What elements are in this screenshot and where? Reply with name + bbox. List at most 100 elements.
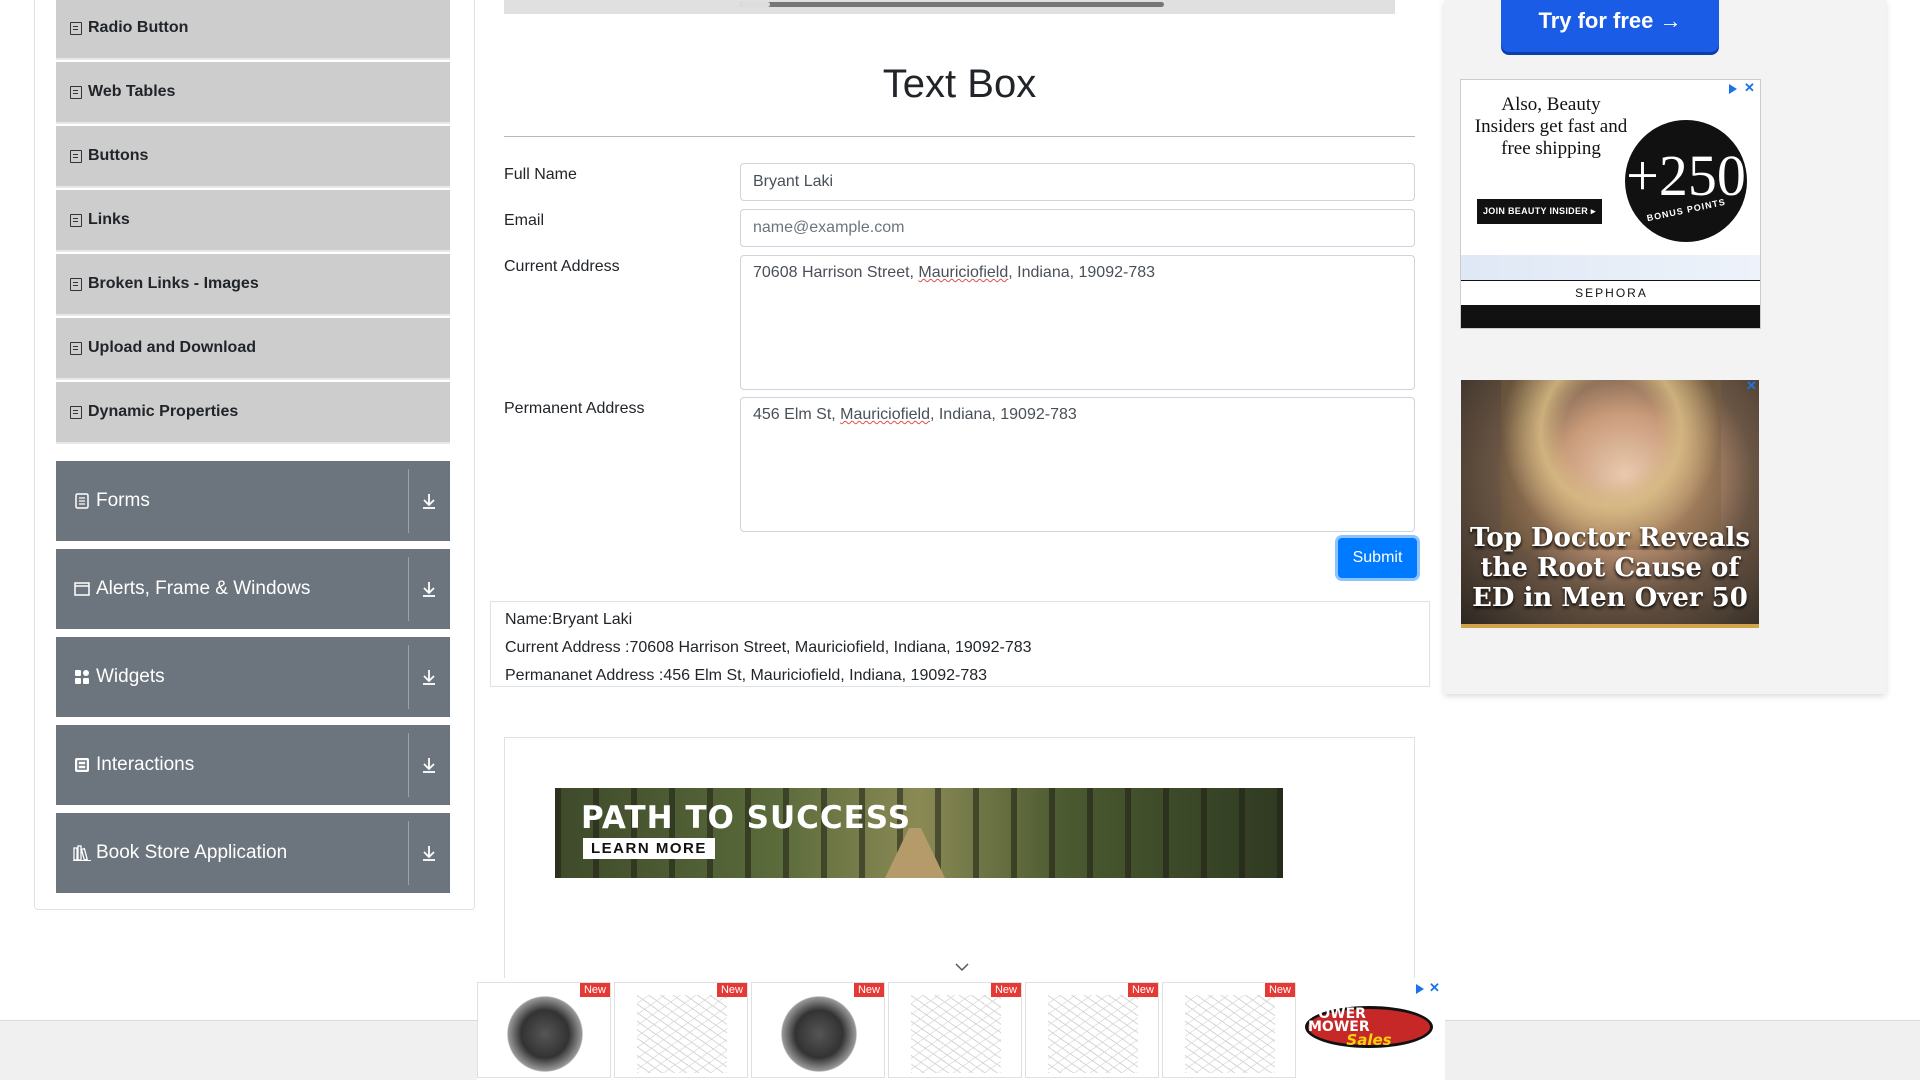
path-to-success-banner[interactable]: PATH TO SUCCESS LEARN MORE	[555, 788, 1283, 878]
bottom-product-ad: New New New New New New POWER MOWER Sale…	[477, 978, 1445, 1080]
sidebar-item-label: Radio Button	[88, 19, 189, 36]
sidebar-item-label: Dynamic Properties	[88, 403, 239, 420]
download-arrow-icon[interactable]	[421, 491, 437, 511]
sidebar-group-label: Book Store Application	[96, 842, 288, 863]
sidebar-group-interactions[interactable]: Interactions	[56, 725, 450, 805]
badge-number: +250	[1626, 143, 1746, 208]
sidebar-item-buttons[interactable]: Buttons	[56, 126, 450, 188]
download-arrow-icon[interactable]	[421, 667, 437, 687]
product-tile[interactable]: New	[888, 982, 1022, 1078]
sidebar-item-label: Web Tables	[88, 83, 176, 100]
new-badge: New	[1264, 983, 1295, 997]
list-item-icon	[70, 149, 82, 163]
learn-more-button[interactable]: LEARN MORE	[583, 838, 715, 859]
scrollbar-thumb-highlight	[740, 2, 770, 7]
logo-text-bottom: Sales	[1346, 1030, 1392, 1049]
banner-headline: PATH TO SUCCESS	[581, 800, 912, 836]
sidebar-group-label: Alerts, Frame & Windows	[96, 578, 311, 599]
interactions-icon	[73, 756, 91, 774]
product-tile[interactable]: New	[1025, 982, 1159, 1078]
product-tile[interactable]: New	[1162, 982, 1296, 1078]
list-item-icon	[70, 85, 82, 99]
sidebar-item-upload-and-download[interactable]: Upload and Download	[56, 318, 450, 380]
horizontal-scrollbar[interactable]	[504, 0, 1395, 14]
sidebar-group-book-store-application[interactable]: Book Store Application	[56, 813, 450, 893]
list-item-icon	[70, 213, 82, 227]
ad-base-bar	[1461, 306, 1760, 328]
close-icon[interactable]: ✕	[1429, 980, 1440, 996]
book-store-icon	[73, 844, 91, 862]
right-ad-panel: Try for free → Also, Beauty Insiders get…	[1444, 0, 1886, 694]
product-tile[interactable]: New	[614, 982, 748, 1078]
join-beauty-insider-button[interactable]: JOIN BEAUTY INSIDER ▸	[1477, 199, 1602, 224]
sephora-ad-copy: Also, Beauty Insiders get fast and free …	[1474, 94, 1628, 159]
new-badge: New	[990, 983, 1021, 997]
new-badge: New	[853, 983, 884, 997]
close-icon[interactable]: ✕	[1744, 80, 1755, 96]
logo-oval: POWER MOWER Sales	[1305, 1006, 1433, 1048]
bonus-points-badge: +250 BONUS POINTS	[1625, 120, 1747, 242]
email-input[interactable]	[740, 209, 1415, 247]
sephora-logo: SEPHORA	[1461, 280, 1760, 306]
permanent-address-label: Permanent Address	[504, 400, 645, 417]
group-divider	[408, 469, 409, 533]
sidebar-group-label: Widgets	[96, 666, 165, 687]
power-mower-sales-logo[interactable]: POWER MOWER Sales	[1302, 1002, 1436, 1052]
sidebar-item-label: Links	[88, 211, 130, 228]
product-tile[interactable]: New	[751, 982, 885, 1078]
sidebar-item-label: Upload and Download	[88, 339, 256, 356]
sidebar-group-label: Interactions	[96, 754, 195, 775]
current-address-city: Mauriciofield	[918, 264, 1009, 281]
sidebar-item-radio-button[interactable]: Radio Button	[56, 0, 450, 60]
sidebar-item-web-tables[interactable]: Web Tables	[56, 62, 450, 124]
output-panel: Name:Bryant Laki Current Address :70608 …	[490, 601, 1430, 687]
group-divider	[408, 645, 409, 709]
form-icon	[73, 492, 91, 510]
output-current-address: Current Address :70608 Harrison Street, …	[505, 639, 1032, 656]
new-badge: New	[579, 983, 610, 997]
permanent-address-textarea[interactable]: 456 Elm St, Mauriciofield, Indiana, 1909…	[740, 397, 1415, 532]
group-divider	[408, 557, 409, 621]
sephora-ad[interactable]: Also, Beauty Insiders get fast and free …	[1460, 79, 1761, 329]
sidebar-item-dynamic-properties[interactable]: Dynamic Properties	[56, 382, 450, 444]
scrollbar-thumb[interactable]	[740, 2, 1164, 7]
submit-button[interactable]: Submit	[1338, 538, 1417, 578]
current-address-textarea[interactable]: 70608 Harrison Street, Mauriciofield, In…	[740, 255, 1415, 390]
confetti-strip	[1461, 255, 1760, 280]
chevron-down-icon[interactable]	[955, 962, 969, 972]
title-divider	[504, 136, 1415, 137]
list-item-icon	[70, 341, 82, 355]
try-for-free-button[interactable]: Try for free →	[1501, 0, 1719, 52]
sidebar-group-widgets[interactable]: Widgets	[56, 637, 450, 717]
ad-accent-bar	[1461, 624, 1759, 628]
doctor-ad-headline: Top Doctor Reveals the Root Cause of ED …	[1470, 523, 1750, 613]
permanent-address-rest: , Indiana, 19092-783	[929, 406, 1077, 423]
logo-text-top: POWER MOWER	[1308, 1005, 1370, 1035]
parts-diagram-image	[1048, 995, 1138, 1073]
current-address-label: Current Address	[504, 258, 620, 275]
window-icon	[73, 580, 91, 598]
group-divider	[408, 733, 409, 797]
sidebar-item-label: Broken Links - Images	[88, 275, 259, 292]
permanent-address-text: 456 Elm St,	[753, 406, 841, 423]
sidebar-group-forms[interactable]: Forms	[56, 461, 450, 541]
list-item-icon	[70, 277, 82, 291]
sidebar-item-links[interactable]: Links	[56, 190, 450, 252]
download-arrow-icon[interactable]	[421, 843, 437, 863]
ad-choices-icon[interactable]	[1729, 84, 1737, 94]
current-address-rest: , Indiana, 19092-783	[1008, 264, 1156, 281]
download-arrow-icon[interactable]	[421, 755, 437, 775]
sidebar-group-alerts-frame-windows[interactable]: Alerts, Frame & Windows	[56, 549, 450, 629]
parts-diagram-image	[1185, 995, 1275, 1073]
sidebar-item-broken-links-images[interactable]: Broken Links - Images	[56, 254, 450, 316]
product-tile[interactable]: New	[477, 982, 611, 1078]
full-name-input[interactable]	[740, 163, 1415, 201]
parts-diagram-image	[911, 995, 1001, 1073]
page-title: Text Box	[882, 62, 1037, 106]
ad-choices-icon[interactable]	[1416, 984, 1424, 994]
close-icon[interactable]: ✕	[1746, 378, 1757, 394]
list-item-icon	[70, 21, 82, 35]
doctor-ad[interactable]: Top Doctor Reveals the Root Cause of ED …	[1461, 380, 1759, 628]
download-arrow-icon[interactable]	[421, 579, 437, 599]
permanent-address-city: Mauriciofield	[840, 406, 930, 423]
